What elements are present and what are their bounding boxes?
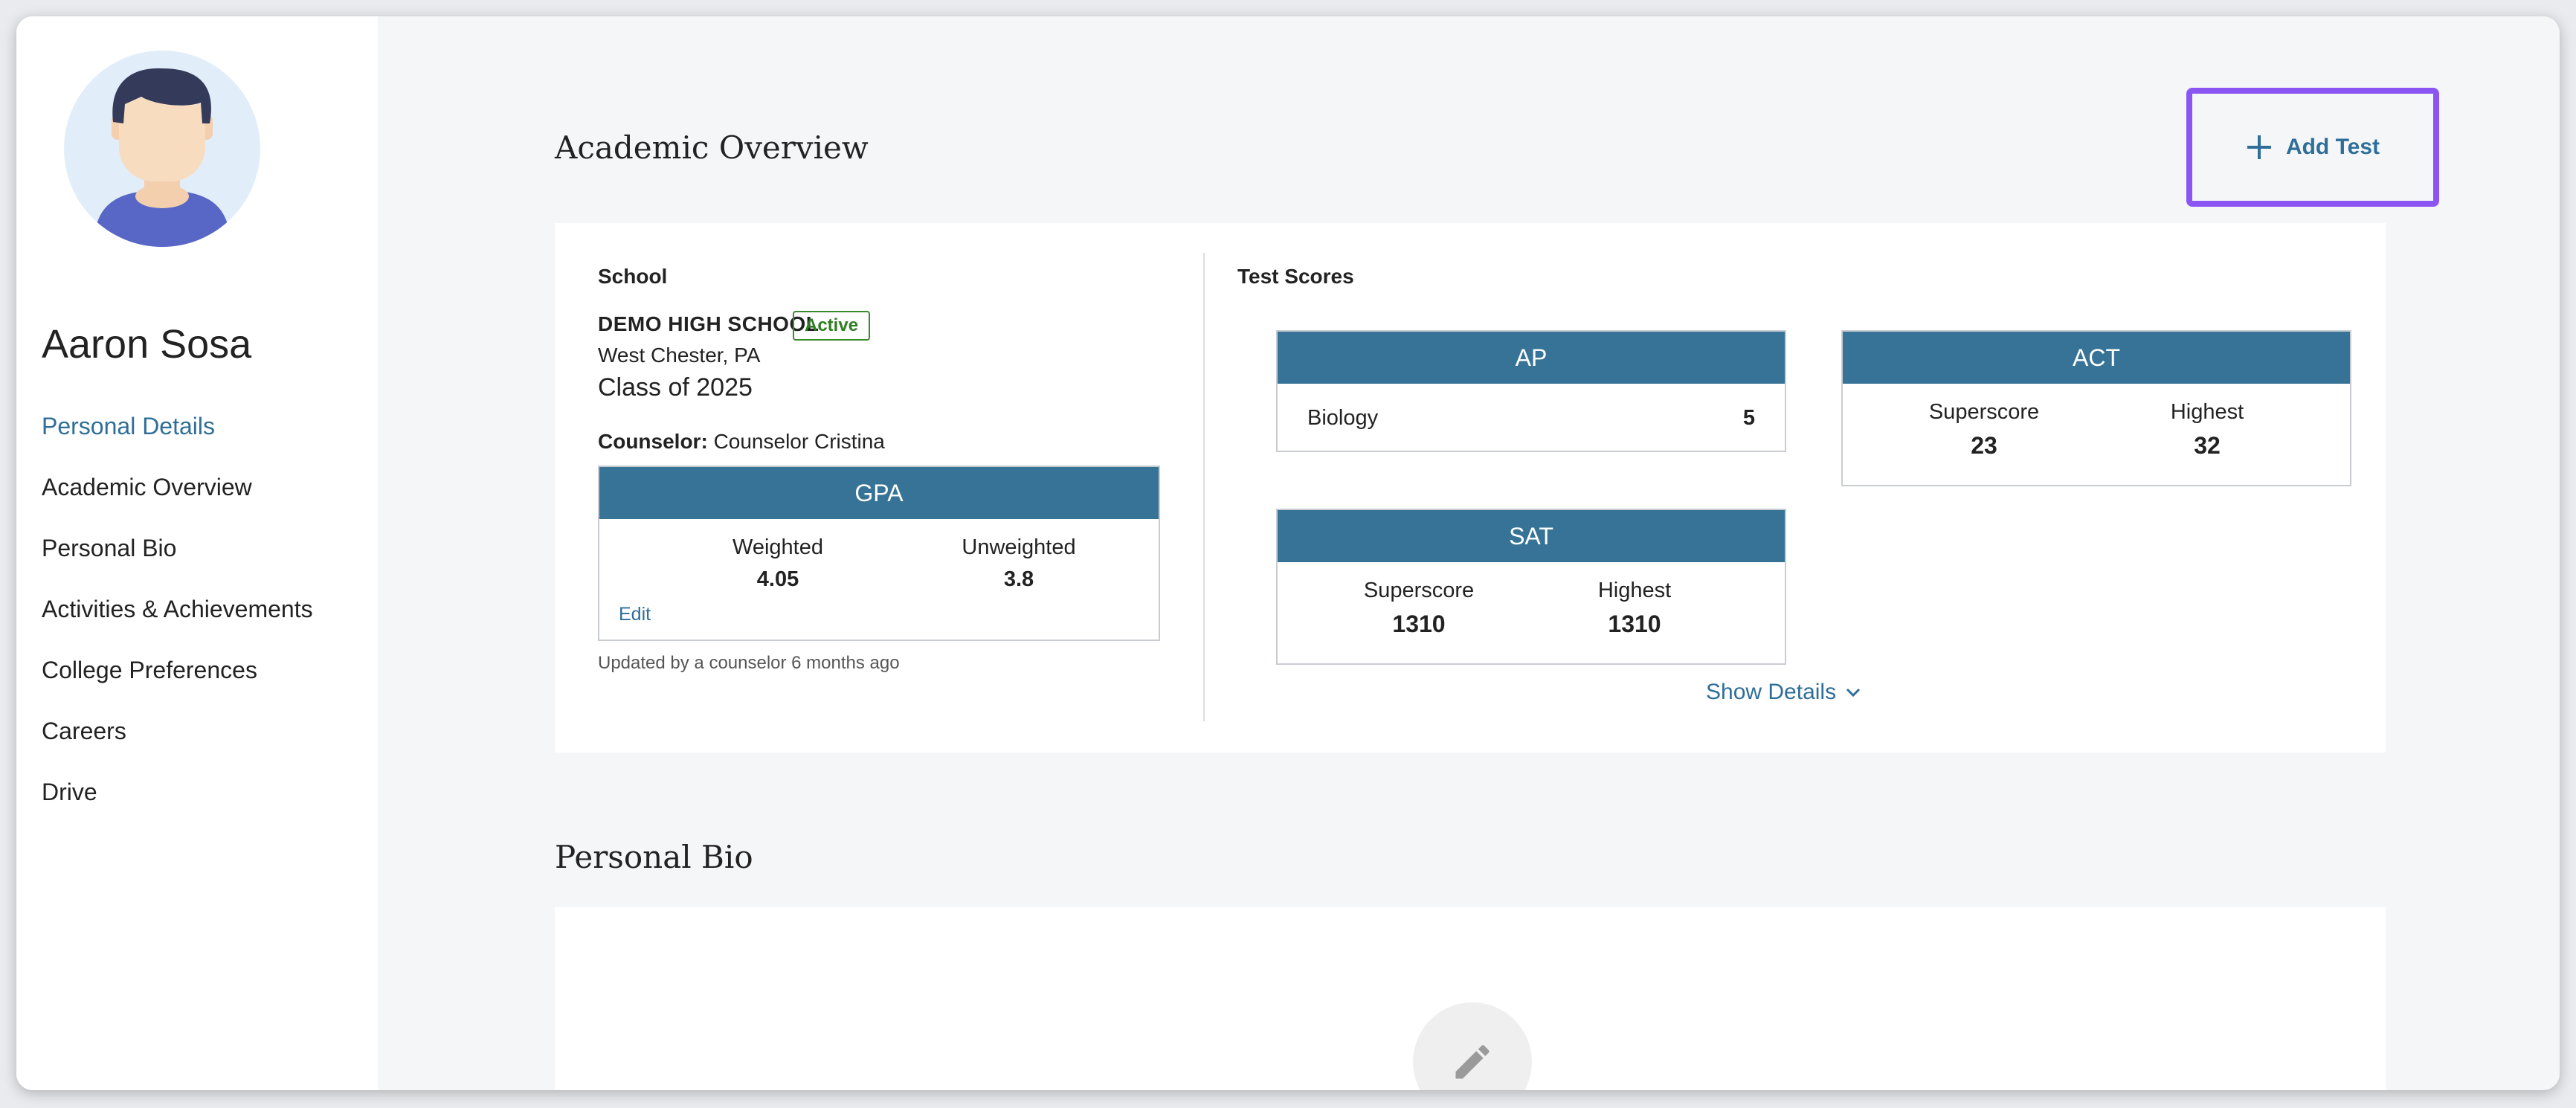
class-of: Class of 2025: [598, 373, 753, 402]
sat-superscore-value: 1310: [1392, 611, 1446, 637]
add-test-button[interactable]: Add Test: [2186, 88, 2439, 207]
act-superscore: Superscore 23: [1902, 400, 2066, 460]
weighted-value: 4.05: [756, 567, 799, 591]
avatar: [64, 51, 260, 247]
personal-bio-title: Personal Bio: [555, 839, 753, 875]
sidebar-item-careers[interactable]: Careers: [42, 708, 313, 769]
school-name: DEMO HIGH SCHOOL: [598, 312, 820, 335]
sidebar-item-academic-overview[interactable]: Academic Overview: [42, 464, 313, 525]
gpa-unweighted: Unweighted 3.8: [930, 535, 1108, 592]
personal-bio-card: [555, 907, 2386, 1090]
act-highest: Highest 32: [2133, 400, 2282, 460]
weighted-label: Weighted: [732, 535, 823, 559]
pencil-icon: [1455, 1045, 1490, 1079]
act-superscore-label: Superscore: [1928, 400, 2040, 424]
show-details-button[interactable]: Show Details: [1706, 680, 1861, 705]
unweighted-label: Unweighted: [962, 535, 1076, 559]
sidebar: Aaron Sosa Personal Details Academic Ove…: [16, 16, 378, 1090]
ap-score-box: AP Biology 5: [1276, 330, 1786, 452]
act-superscore-value: 23: [1971, 432, 1997, 459]
sidebar-item-personal-bio[interactable]: Personal Bio: [42, 525, 313, 586]
gpa-box: GPA Weighted 4.05 Unweighted 3.8 Edit: [598, 466, 1160, 641]
sidebar-item-personal-details[interactable]: Personal Details: [42, 403, 313, 464]
status-badge: Active: [793, 311, 871, 341]
show-details-label: Show Details: [1706, 680, 1837, 704]
sat-superscore: Superscore 1310: [1337, 579, 1501, 638]
chevron-down-icon: [1846, 688, 1861, 698]
act-highest-label: Highest: [2170, 400, 2244, 424]
gpa-updated-note: Updated by a counselor 6 months ago: [598, 653, 900, 673]
act-highest-value: 32: [2194, 432, 2221, 459]
act-score-box: ACT Superscore 23 Highest 32: [1841, 330, 2351, 486]
add-test-label: Add Test: [2285, 135, 2380, 159]
sat-header: SAT: [1278, 510, 1785, 562]
sidebar-item-activities-achievements[interactable]: Activities & Achievements: [42, 586, 313, 647]
gpa-header: GPA: [599, 467, 1159, 519]
unweighted-value: 3.8: [1003, 567, 1034, 591]
plus-icon: [2247, 135, 2271, 159]
sidebar-nav: Personal Details Academic Overview Perso…: [42, 403, 313, 830]
act-header: ACT: [1843, 332, 2350, 384]
student-name: Aaron Sosa: [42, 322, 252, 367]
school-location: West Chester, PA: [598, 344, 761, 367]
counselor-label: Counselor:: [598, 430, 708, 453]
test-scores-heading: Test Scores: [1237, 265, 1354, 288]
ap-score: 5: [1742, 406, 1755, 430]
avatar-illustration: [94, 68, 231, 247]
ap-row: Biology 5: [1307, 406, 1755, 431]
column-divider: [1203, 253, 1205, 721]
counselor-name: Counselor Cristina: [713, 430, 885, 453]
ap-subject: Biology: [1307, 406, 1379, 430]
sat-superscore-label: Superscore: [1363, 579, 1475, 602]
sat-highest-label: Highest: [1597, 579, 1672, 602]
academic-overview-card: School DEMO HIGH SCHOOL Active West Ches…: [555, 223, 2386, 753]
sat-score-box: SAT Superscore 1310 Highest 1310: [1276, 509, 1786, 665]
academic-overview-title: Academic Overview: [555, 129, 869, 166]
sat-highest: Highest 1310: [1560, 579, 1709, 638]
sat-highest-value: 1310: [1608, 611, 1661, 637]
gpa-weighted: Weighted 4.05: [696, 535, 860, 592]
sidebar-item-college-preferences[interactable]: College Preferences: [42, 647, 313, 708]
ap-header: AP: [1278, 332, 1785, 384]
sidebar-item-drive[interactable]: Drive: [42, 769, 313, 830]
counselor-info: Counselor: Counselor Cristina: [598, 430, 885, 454]
school-heading: School: [598, 265, 668, 288]
gpa-edit-link[interactable]: Edit: [619, 604, 651, 625]
app-window: Aaron Sosa Personal Details Academic Ove…: [16, 16, 2560, 1090]
edit-bio-button[interactable]: [1413, 1002, 1532, 1090]
